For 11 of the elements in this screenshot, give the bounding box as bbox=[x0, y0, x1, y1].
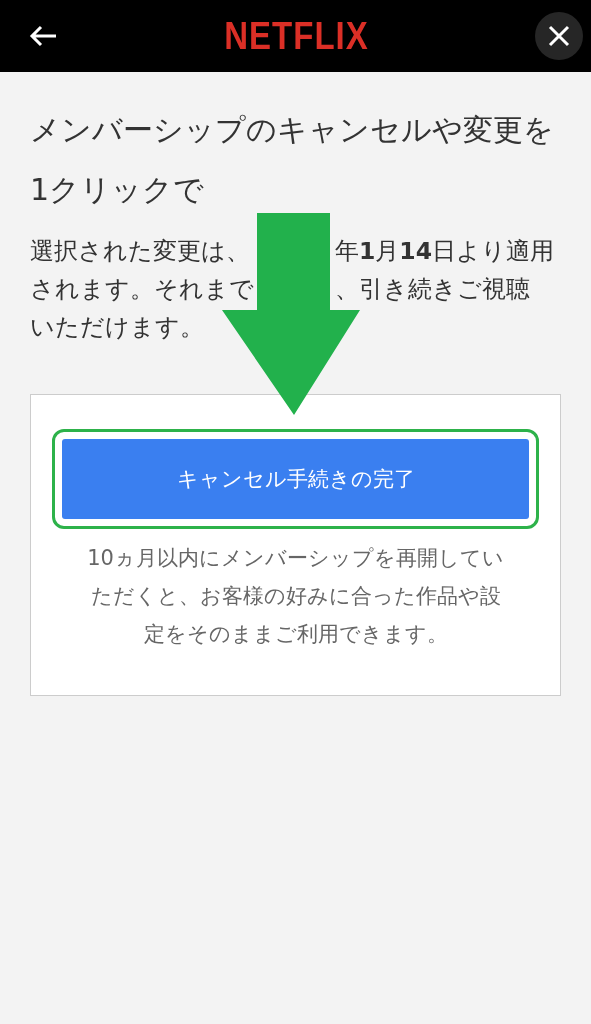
finish-cancellation-button[interactable]: キャンセル手続きの完了 bbox=[62, 439, 529, 519]
close-button[interactable] bbox=[535, 12, 583, 60]
notice-text: 選択された変更は、 bbox=[30, 236, 251, 267]
back-arrow-icon[interactable] bbox=[28, 24, 58, 48]
close-icon bbox=[548, 25, 570, 47]
notice-text: されます。それまで bbox=[30, 274, 255, 305]
page-title: メンバーシップのキャンセルや変更を1クリックで bbox=[30, 111, 555, 209]
resume-note: 10ヵ月以内にメンバーシップを再開していただくと、お客様の好みに合った作品や設定をそのままご利用できます。 bbox=[86, 545, 505, 648]
notice-text: 、引き続きご視聴 bbox=[335, 274, 530, 305]
logo: NETFLIX bbox=[224, 13, 369, 59]
notice-text: いただけます。 bbox=[30, 312, 205, 343]
